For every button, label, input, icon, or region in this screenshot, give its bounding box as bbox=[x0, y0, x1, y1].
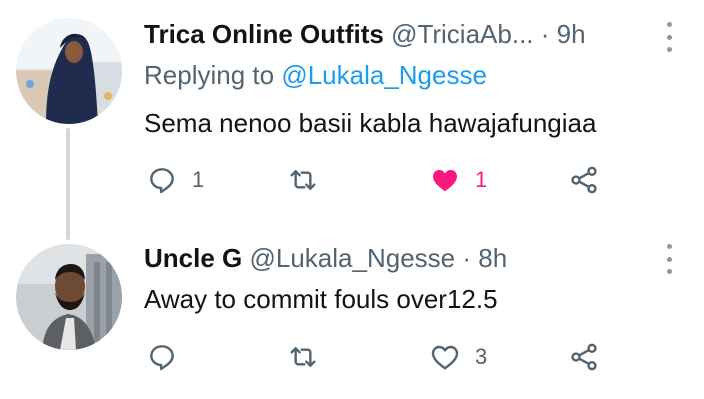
reply-tweet-1[interactable]: Trica Online Outfits @TriciaAb... · 9h R… bbox=[0, 0, 704, 240]
reply-icon bbox=[150, 168, 174, 194]
tweet-text: Away to commit fouls over12.5 bbox=[144, 284, 498, 314]
retweet-icon bbox=[290, 170, 316, 190]
replying-to-link[interactable]: @Lukala_Ngesse bbox=[281, 60, 487, 90]
like-button[interactable]: 1 bbox=[429, 160, 487, 200]
like-count: 3 bbox=[475, 344, 488, 369]
thread-connector-line bbox=[66, 128, 70, 240]
reply-button[interactable]: 1 bbox=[146, 160, 204, 200]
like-button[interactable]: 3 bbox=[429, 337, 487, 377]
reply-tweet-2[interactable]: Uncle G @Lukala_Ngesse · 8h Away to comm… bbox=[0, 232, 704, 399]
retweet-button[interactable] bbox=[287, 337, 319, 377]
separator-dot: · bbox=[462, 243, 472, 273]
avatar[interactable] bbox=[16, 18, 122, 124]
retweet-icon bbox=[290, 347, 316, 367]
like-icon bbox=[431, 345, 459, 370]
reply-button[interactable] bbox=[146, 337, 178, 377]
avatar-photo bbox=[16, 18, 122, 124]
action-bar: 1 1 bbox=[144, 160, 614, 200]
reply-icon bbox=[150, 345, 174, 371]
share-button[interactable] bbox=[568, 160, 600, 200]
share-icon bbox=[571, 166, 597, 194]
display-name[interactable]: Uncle G bbox=[144, 243, 242, 273]
tweet-header: Uncle G @Lukala_Ngesse · 8h bbox=[144, 241, 507, 275]
separator-dot: · bbox=[540, 19, 550, 49]
avatar-photo bbox=[16, 244, 122, 350]
like-count: 1 bbox=[475, 167, 488, 192]
user-handle[interactable]: @Lukala_Ngesse bbox=[249, 243, 455, 273]
action-bar: 3 bbox=[144, 337, 614, 377]
replying-label: Replying to bbox=[144, 60, 275, 90]
share-button[interactable] bbox=[568, 337, 600, 377]
more-options-icon[interactable] bbox=[662, 22, 676, 52]
timestamp[interactable]: 8h bbox=[478, 243, 507, 273]
more-options-icon[interactable] bbox=[662, 244, 676, 274]
timestamp[interactable]: 9h bbox=[557, 19, 586, 49]
avatar[interactable] bbox=[16, 244, 122, 350]
like-icon bbox=[433, 170, 457, 192]
replying-to: Replying to @Lukala_Ngesse bbox=[144, 58, 487, 92]
tweet-text: Sema nenoo basii kabla hawajafungiaa bbox=[144, 108, 597, 138]
retweet-button[interactable] bbox=[287, 160, 319, 200]
user-handle[interactable]: @TriciaAb... bbox=[391, 19, 533, 49]
reply-count: 1 bbox=[192, 167, 205, 192]
tweet-header: Trica Online Outfits @TriciaAb... · 9h bbox=[144, 17, 586, 51]
share-icon bbox=[571, 343, 597, 371]
display-name[interactable]: Trica Online Outfits bbox=[144, 19, 384, 49]
